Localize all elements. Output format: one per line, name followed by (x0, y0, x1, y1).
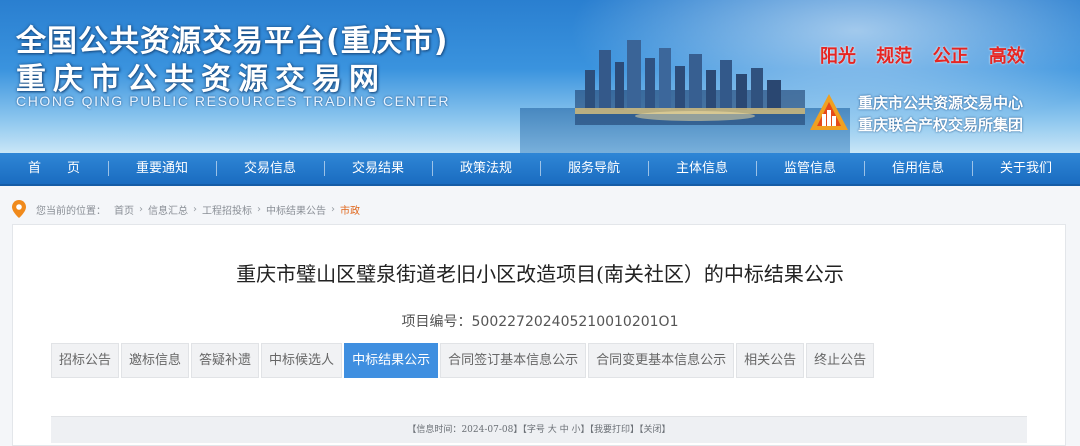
breadcrumb-prefix: 您当前的位置： (36, 205, 106, 217)
font-size-large-link[interactable]: 大 (548, 425, 557, 435)
tab-contract-change[interactable]: 合同变更基本信息公示 (588, 343, 735, 378)
site-title-english: CHONG QING PUBLIC RESOURCES TRADING CENT… (16, 93, 451, 109)
site-subtitle: 重庆市公共资源交易网 (16, 62, 386, 97)
font-size-small-link[interactable]: 小】 (572, 425, 590, 435)
slogan-word: 高效 (988, 46, 1025, 67)
breadcrumb-info-summary[interactable]: 信息汇总 (148, 202, 188, 217)
project-number-value: 500227202405210010201O1 (471, 314, 679, 330)
info-time: 2024-07-08 (461, 425, 514, 435)
breadcrumb-separator: › (139, 203, 143, 215)
page-title: 重庆市璧山区璧泉街道老旧小区改造项目(南关社区）的中标结果公示 (236, 262, 844, 286)
nav-item-entity-info[interactable]: 主体信息 (648, 153, 756, 184)
nav-item-credit[interactable]: 信用信息 (864, 153, 972, 184)
close-link[interactable]: 【关闭】 (639, 425, 671, 435)
tab-bid-announcement[interactable]: 招标公告 (51, 343, 120, 378)
info-time-suffix: 】 (513, 425, 523, 435)
tab-invitation-info[interactable]: 邀标信息 (121, 343, 190, 378)
tab-related-notices[interactable]: 相关公告 (736, 343, 805, 378)
tab-termination-notice[interactable]: 终止公告 (806, 343, 875, 378)
info-bar: 【信息时间：2024-07-08】【字号 大 中 小】【我要打印】【关闭】 (51, 416, 1027, 443)
breadcrumb-home[interactable]: 首页 (114, 202, 134, 217)
print-link[interactable]: 【我要打印】 (590, 425, 640, 435)
nav-item-home[interactable]: 首 页 (0, 153, 108, 184)
nav-item-service-guide[interactable]: 服务导航 (540, 153, 648, 184)
nav-item-supervision[interactable]: 监管信息 (756, 153, 864, 184)
org-logo-icon (810, 94, 848, 130)
breadcrumb: 您当前的位置： 首页 › 信息汇总 › 工程招投标 › 中标结果公告 › 市政 (12, 199, 360, 219)
project-number-label: 项目编号： (401, 314, 472, 330)
notice-tabs: 招标公告 邀标信息 答疑补遗 中标候选人 中标结果公示 合同签订基本信息公示 合… (51, 343, 876, 378)
slogan-word: 公正 (932, 46, 969, 67)
main-nav: 首 页 重要通知 交易信息 交易结果 政策法规 服务导航 主体信息 监管信息 信… (0, 153, 1080, 186)
nav-item-notices[interactable]: 重要通知 (108, 153, 216, 184)
tab-contract-signing[interactable]: 合同签订基本信息公示 (440, 343, 587, 378)
slogan-word: 阳光 (820, 46, 856, 67)
nav-item-trading-results[interactable]: 交易结果 (324, 153, 432, 184)
org-name: 重庆市公共资源交易中心 重庆联合产权交易所集团 (858, 92, 1023, 136)
slogan-word: 规范 (876, 46, 913, 67)
tab-award-result[interactable]: 中标结果公示 (344, 343, 439, 378)
breadcrumb-engineering-bidding[interactable]: 工程招投标 (202, 202, 252, 217)
nav-item-about[interactable]: 关于我们 (972, 153, 1080, 184)
tab-winning-candidates[interactable]: 中标候选人 (261, 343, 343, 378)
org-name-line1: 重庆市公共资源交易中心 (858, 94, 1024, 112)
font-size-medium-link[interactable]: 中 (560, 425, 569, 435)
breadcrumb-separator: › (193, 203, 197, 215)
font-size-label: 【字号 (522, 425, 545, 435)
header-banner: 全国公共资源交易平台(重庆市) 重庆市公共资源交易网 CHONG QING PU… (0, 0, 1080, 153)
tab-qa-addenda[interactable]: 答疑补遗 (191, 343, 260, 378)
breadcrumb-separator: › (331, 203, 335, 215)
breadcrumb-separator: › (257, 203, 261, 215)
breadcrumb-award-results[interactable]: 中标结果公告 (266, 202, 326, 217)
info-time-prefix: 【信息时间： (407, 425, 462, 435)
breadcrumb-current[interactable]: 市政 (340, 202, 360, 217)
nav-item-policies[interactable]: 政策法规 (432, 153, 540, 184)
slogan: 阳光 规范 公正 高效 (820, 42, 1039, 68)
location-pin-icon (12, 200, 26, 218)
org-name-line2: 重庆联合产权交易所集团 (858, 116, 1024, 134)
city-skyline-image (575, 40, 805, 125)
project-number: 项目编号：500227202405210010201O1 (0, 311, 1080, 331)
nav-item-trading-info[interactable]: 交易信息 (216, 153, 324, 184)
